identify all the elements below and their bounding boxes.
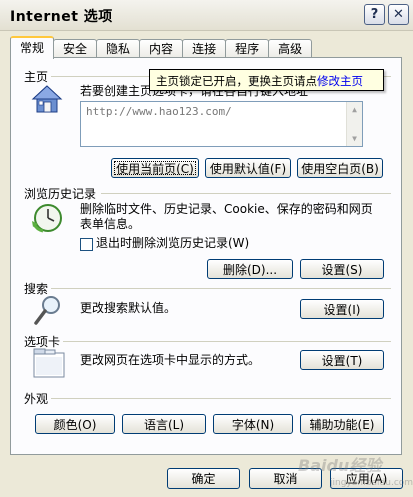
group-divider — [51, 288, 391, 289]
history-settings-button[interactable]: 设置(S) — [300, 259, 384, 279]
title-bar: Internet 选项 ? ✕ — [0, 0, 413, 31]
tab-content[interactable]: 内容 — [139, 39, 184, 58]
history-clock-icon — [32, 204, 62, 233]
fonts-button[interactable]: 字体(N) — [213, 414, 293, 434]
tab-advanced[interactable]: 高级 — [268, 39, 313, 58]
help-button[interactable]: ? — [364, 4, 385, 25]
tabbed-window-icon — [33, 348, 65, 378]
delete-on-exit-label: 退出时删除浏览历史记录(W) — [96, 236, 250, 250]
history-description-line1: 删除临时文件、历史记录、Cookie、保存的密码和网页 — [80, 202, 373, 216]
homepage-group-label: 主页 — [24, 70, 49, 84]
tooltip-text: 主页锁定已开启，更换主页请点 — [156, 74, 317, 88]
close-icon: ✕ — [393, 7, 404, 22]
home-icon — [31, 85, 63, 113]
group-divider — [63, 341, 391, 342]
scroll-down-icon[interactable]: ▼ — [347, 131, 362, 146]
delete-on-exit-checkbox[interactable] — [80, 238, 93, 251]
homepage-lock-tooltip: 主页锁定已开启，更换主页请点修改主页 — [149, 69, 384, 91]
tab-privacy[interactable]: 隐私 — [96, 39, 141, 58]
group-divider — [51, 398, 391, 399]
tab-programs[interactable]: 程序 — [225, 39, 270, 58]
scroll-up-icon[interactable]: ▲ — [347, 102, 362, 117]
window-title: Internet 选项 — [10, 9, 113, 25]
use-blank-button[interactable]: 使用空白页(B) — [297, 158, 383, 178]
watermark-logo: Baidu经验 — [298, 456, 382, 475]
use-current-button[interactable]: 使用当前页(C) — [111, 158, 199, 178]
search-description: 更改搜索默认值。 — [80, 301, 177, 315]
tab-strip: 常规 安全 隐私 内容 连接 程序 高级 — [10, 36, 313, 59]
history-group-label: 浏览历史记录 — [24, 187, 97, 201]
homepage-url-value: http://www.hao123.com/ — [86, 105, 232, 118]
url-scrollbar[interactable]: ▲ ▼ — [346, 102, 362, 146]
colors-button[interactable]: 颜色(O) — [35, 414, 115, 434]
search-magnifier-icon — [34, 296, 60, 325]
appearance-group-label: 外观 — [24, 392, 49, 406]
ok-button[interactable]: 确定 — [167, 468, 240, 489]
homepage-url-input[interactable]: http://www.hao123.com/ ▲ ▼ — [80, 101, 363, 147]
use-default-button[interactable]: 使用默认值(F) — [205, 158, 291, 178]
general-panel: 主页 若要创建主页选项卡，请在各自行键入地址 http://www.hao123… — [10, 57, 402, 455]
help-icon: ? — [370, 7, 379, 22]
watermark-url: jingyan.baidu.com — [330, 478, 413, 488]
group-divider — [101, 193, 391, 194]
tabs-settings-button[interactable]: 设置(T) — [300, 350, 384, 370]
tab-connections[interactable]: 连接 — [182, 39, 227, 58]
languages-button[interactable]: 语言(L) — [122, 414, 206, 434]
history-description-line2: 表单信息。 — [80, 217, 141, 231]
tabs-description: 更改网页在选项卡中显示的方式。 — [80, 353, 261, 367]
tab-general[interactable]: 常规 — [10, 36, 55, 59]
search-settings-button[interactable]: 设置(I) — [300, 299, 384, 319]
tab-security[interactable]: 安全 — [53, 39, 98, 58]
close-button[interactable]: ✕ — [388, 4, 409, 25]
accessibility-button[interactable]: 辅助功能(E) — [300, 414, 384, 434]
delete-history-button[interactable]: 删除(D)... — [207, 259, 293, 279]
modify-homepage-link[interactable]: 修改主页 — [317, 74, 363, 88]
